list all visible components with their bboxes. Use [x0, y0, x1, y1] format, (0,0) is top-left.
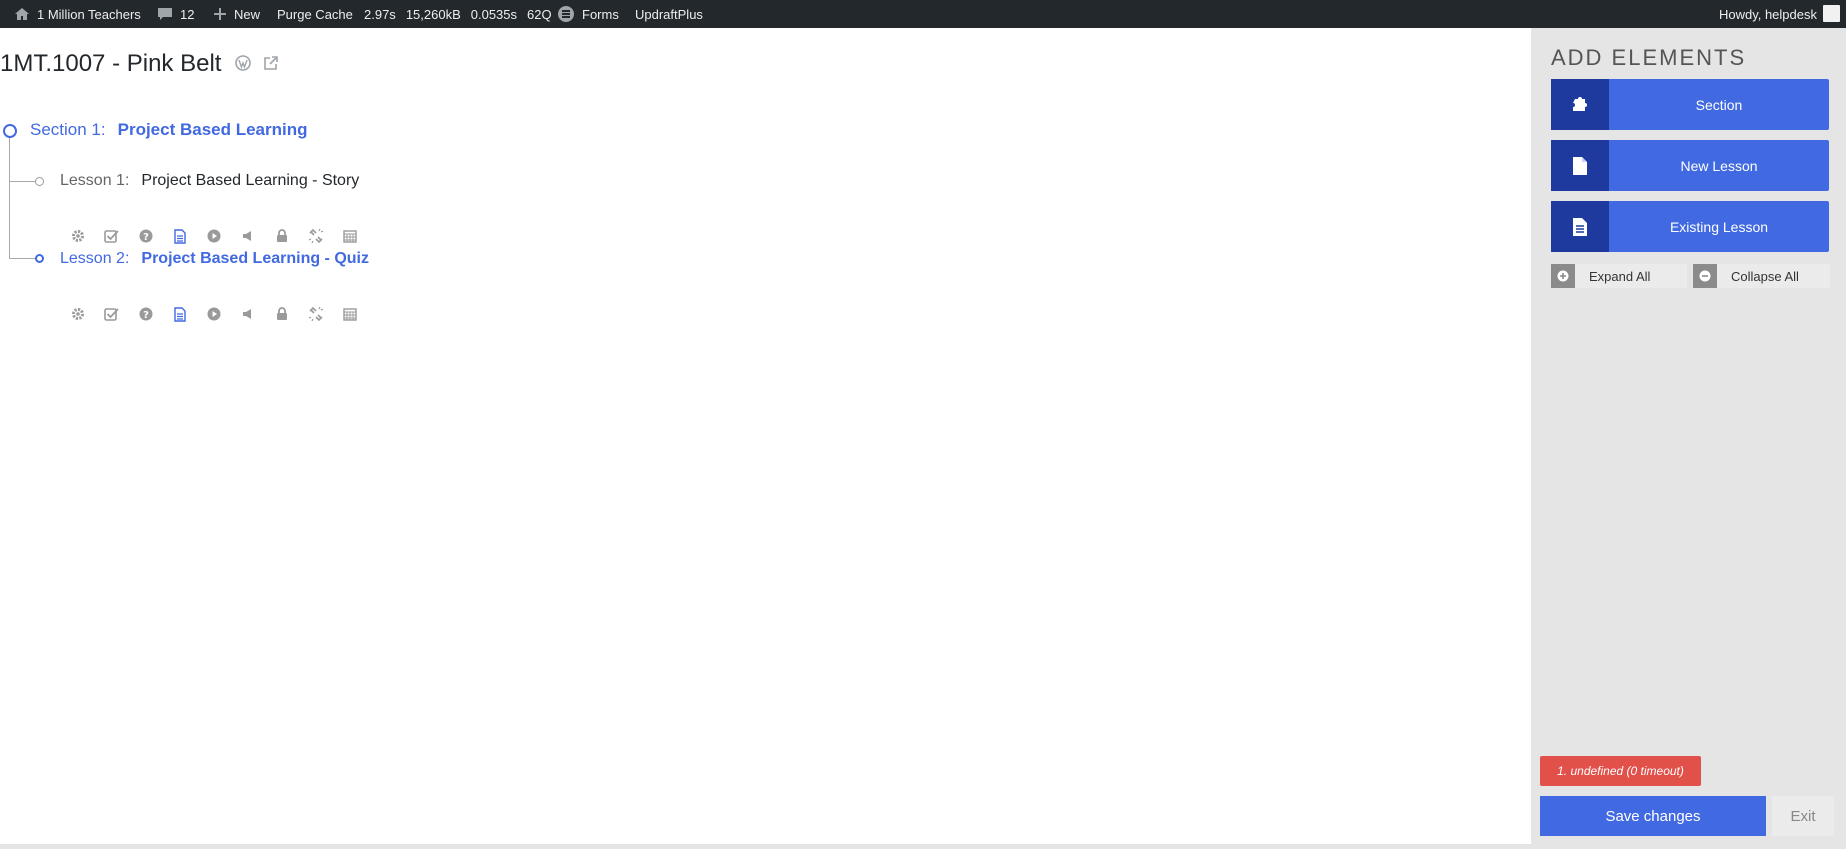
calendar-icon[interactable] [340, 306, 359, 322]
forms-label: Forms [582, 6, 619, 22]
lesson-name[interactable]: Project Based Learning - Quiz [141, 250, 369, 268]
lesson-name[interactable]: Project Based Learning - Story [141, 172, 359, 190]
minus-circle-icon [1693, 264, 1717, 288]
document-icon[interactable] [170, 306, 189, 322]
queries-stat: 62Q [527, 6, 552, 22]
course-builder: 1MT.1007 - Pink Belt Section 1: Project … [0, 28, 1531, 844]
unlink-icon[interactable] [306, 306, 325, 322]
svg-text:?: ? [143, 310, 149, 321]
new-lesson-label: New Lesson [1680, 157, 1758, 174]
purge-cache-link[interactable]: Purge Cache [277, 0, 353, 28]
add-section-button[interactable]: Section [1551, 79, 1829, 130]
avatar[interactable] [1823, 5, 1840, 22]
existing-lesson-label: Existing Lesson [1669, 218, 1769, 235]
forms-link[interactable]: Forms [557, 0, 619, 28]
audio-icon[interactable] [238, 228, 257, 244]
time-stat: 2.97s [364, 6, 396, 22]
lesson-node-icon [35, 177, 44, 186]
site-name: 1 Million Teachers [37, 6, 141, 22]
comment-icon [157, 7, 173, 21]
collapse-all-label: Collapse All [1731, 268, 1799, 284]
section-number: Section 1: [30, 120, 106, 139]
query-monitor[interactable]: 2.97s 15,260kB 0.0535s 62Q [364, 0, 552, 28]
lesson-node-icon [35, 254, 44, 263]
new-content-link[interactable]: New [213, 0, 260, 28]
file-icon [1551, 140, 1609, 191]
course-title-row: 1MT.1007 - Pink Belt [0, 50, 279, 78]
new-label: New [234, 6, 261, 22]
admin-bar: 1 Million Teachers 12 New Purge Cache 2.… [0, 0, 1846, 28]
home-icon [14, 7, 30, 21]
lesson-item[interactable]: Lesson 2: Project Based Learning - Quiz [60, 250, 369, 268]
calendar-icon[interactable] [340, 228, 359, 244]
memory-stat: 15,260kB [405, 6, 461, 22]
lesson-number: Lesson 2: [60, 250, 130, 267]
audio-icon[interactable] [238, 306, 257, 322]
external-link-icon[interactable] [263, 50, 279, 78]
unlink-icon[interactable] [306, 228, 325, 244]
section-name[interactable]: Project Based Learning [118, 120, 308, 140]
db-time-stat: 0.0535s [470, 6, 518, 22]
play-icon[interactable] [204, 228, 223, 244]
checkbox-icon[interactable] [102, 228, 121, 244]
bottom-divider [0, 844, 1846, 849]
help-icon[interactable]: ? [136, 228, 155, 244]
plus-icon [213, 7, 227, 21]
help-icon[interactable]: ? [136, 306, 155, 322]
tree-connector [9, 181, 37, 182]
new-lesson-button[interactable]: New Lesson [1551, 140, 1829, 191]
site-name-link[interactable]: 1 Million Teachers [14, 0, 141, 28]
lock-icon[interactable] [272, 228, 291, 244]
add-elements-sidebar: ADD ELEMENTS Section New Lesson Existing… [1531, 28, 1846, 844]
howdy-label: Howdy, helpdesk [1718, 6, 1817, 22]
lesson-item[interactable]: Lesson 1: Project Based Learning - Story [60, 172, 359, 190]
add-section-label: Section [1695, 96, 1743, 113]
updraftplus-label: UpdraftPlus [635, 6, 703, 22]
existing-lesson-button[interactable]: Existing Lesson [1551, 201, 1829, 252]
comments-link[interactable]: 12 [157, 0, 194, 28]
plus-circle-icon [1551, 264, 1575, 288]
expand-all-button[interactable]: Expand All [1551, 264, 1687, 288]
file-text-icon [1551, 201, 1609, 252]
lock-icon[interactable] [272, 306, 291, 322]
lesson-number: Lesson 1: [60, 172, 130, 189]
section-node-icon [3, 124, 17, 138]
purge-cache-label: Purge Cache [277, 6, 353, 22]
settings-icon[interactable] [68, 228, 87, 244]
exit-button[interactable]: Exit [1772, 796, 1834, 836]
lesson-toolbar: ? [68, 228, 359, 244]
comments-count: 12 [180, 6, 195, 22]
collapse-all-button[interactable]: Collapse All [1693, 264, 1830, 288]
wordpress-icon[interactable] [235, 50, 252, 78]
lesson-toolbar: ? [68, 306, 359, 322]
tree-connector [9, 258, 37, 259]
checkbox-icon[interactable] [102, 306, 121, 322]
page-title: 1MT.1007 - Pink Belt [0, 50, 222, 77]
document-icon[interactable] [170, 228, 189, 244]
play-icon[interactable] [204, 306, 223, 322]
forms-icon [557, 5, 575, 23]
expand-all-label: Expand All [1589, 268, 1651, 284]
updraftplus-link[interactable]: UpdraftPlus [635, 0, 703, 28]
save-changes-button[interactable]: Save changes [1540, 796, 1766, 836]
error-badge: 1. undefined (0 timeout) [1540, 756, 1701, 786]
svg-text:?: ? [143, 232, 149, 243]
account-menu[interactable]: Howdy, helpdesk [1719, 0, 1817, 28]
tree-connector [9, 134, 10, 258]
sidebar-title: ADD ELEMENTS [1551, 45, 1747, 70]
section-item[interactable]: Section 1: Project Based Learning [30, 120, 308, 140]
settings-icon[interactable] [68, 306, 87, 322]
puzzle-icon [1551, 79, 1609, 130]
